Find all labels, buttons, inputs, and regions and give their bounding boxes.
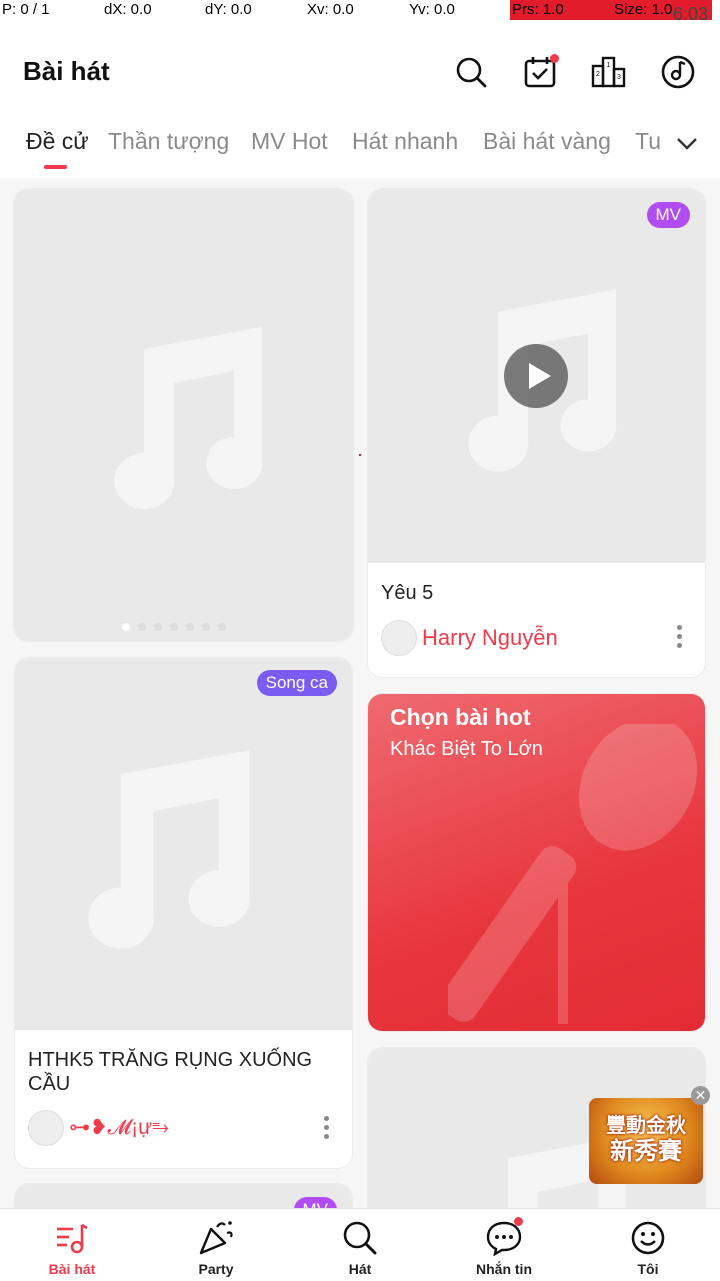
smiley-icon [631,1221,665,1255]
banner-placeholder-image [14,189,353,641]
promo-banner[interactable]: 豐動金秋 新秀賽 [589,1098,703,1184]
calendar-check-icon[interactable] [522,54,559,90]
promo-line-2: 新秀賽 [610,1137,682,1165]
music-note-icon [88,750,250,949]
tab-de-cu[interactable]: Đề cử [26,128,89,155]
search-icon[interactable] [453,54,489,90]
sing-search-icon [343,1221,377,1255]
mv-badge: MV [646,202,690,228]
svg-text:1: 1 [607,62,611,69]
debug-pressure: Prs: 1.0 [512,1,564,18]
leaderboard-icon[interactable]: 213 [591,54,627,90]
hot-songs-card[interactable]: Chọn bài hot Khác Biệt To Lớn [368,694,705,1031]
debug-xv: Xv: 0.0 [307,1,354,18]
status-bar-time: 6:03 [672,4,708,24]
svg-text:2: 2 [596,71,600,78]
close-icon[interactable]: ✕ [691,1086,710,1105]
nav-hat[interactable]: Hát [288,1209,432,1281]
tab-hat-nhanh[interactable]: Hát nhanh [352,128,458,155]
tab-tu[interactable]: Tu [635,128,661,155]
more-options-icon[interactable] [324,1116,330,1142]
nav-label: Nhắn tin [476,1261,532,1277]
touch-point-marker [359,454,361,456]
microphone-icon [448,724,698,1024]
tab-bai-hat-vang[interactable]: Bài hát vàng [483,128,611,155]
song-feed[interactable]: MV Yêu 5 Harry Nguyễn Song ca HTHK5 TRĂN… [0,178,720,1208]
song-title: Yêu 5 [381,582,434,604]
category-tabs: Đề cử Thần tượng MV Hot Hát nhanh Bài há… [0,120,720,170]
promo-line-1: 豐動金秋 [606,1113,686,1137]
tab-than-tuong[interactable]: Thần tượng [108,128,229,155]
debug-dx: dX: 0.0 [104,1,152,18]
user-name[interactable]: ⊶❥𝓜¡ự⥱ [69,1115,169,1140]
tab-active-indicator [44,165,67,169]
banner-pager [122,618,234,636]
touch-debug-overlay: P: 0 / 1 dX: 0.0 dY: 0.0 Xv: 0.0 Yv: 0.0… [0,0,720,22]
nav-nhan-tin[interactable]: Nhắn tin [432,1209,576,1281]
nav-label: Party [198,1261,234,1277]
duet-badge: Song ca [256,670,337,696]
banner-card[interactable] [14,189,353,641]
debug-yv: Yv: 0.0 [409,1,455,18]
user-name[interactable]: Harry Nguyễn [422,625,558,651]
nav-label: Bài hát [48,1261,96,1277]
mv-badge: MV [293,1197,337,1208]
music-disc-icon[interactable] [660,54,696,90]
song-card-yeu5[interactable]: MV Yêu 5 Harry Nguyễn [368,189,705,677]
song-thumbnail [368,189,705,563]
nav-label: Tôi [637,1261,659,1277]
avatar[interactable] [381,620,417,656]
song-card-hthk5[interactable]: Song ca HTHK5 TRĂNG RỤNG XUỐNG CẦU ⊶❥𝓜¡ự… [15,658,352,1168]
music-note-icon [114,327,263,509]
hot-card-title: Chọn bài hot [390,704,531,730]
hot-card-subtitle: Khác Biệt To Lớn [390,738,543,760]
nav-label: Hát [348,1261,372,1277]
song-thumbnail [15,658,352,1030]
nav-toi[interactable]: Tôi [576,1209,720,1281]
song-title: HTHK5 TRĂNG RỤNG XUỐNG CẦU [28,1049,313,1095]
notification-dot [514,1217,523,1226]
avatar[interactable] [28,1110,64,1146]
debug-dy: dY: 0.0 [205,1,252,18]
debug-size: Size: 1.0 [614,1,673,18]
party-popper-icon [199,1221,233,1255]
debug-pointer: P: 0 / 1 [2,1,50,18]
notification-dot [550,54,559,63]
page-title: Bài hát [23,56,110,86]
bottom-navigation: Bài hát Party Hát Nhắn tin Tôi [0,1208,720,1281]
song-list-icon [57,1223,88,1254]
promo-text: 豐動金秋 新秀賽 [595,1112,697,1164]
tab-mv-hot[interactable]: MV Hot [251,128,328,155]
play-button[interactable] [504,344,568,408]
nav-bai-hat[interactable]: Bài hát [0,1209,144,1281]
nav-party[interactable]: Party [144,1209,288,1281]
song-card[interactable]: MV [15,1184,352,1208]
chevron-down-icon[interactable] [674,130,700,156]
svg-text:3: 3 [617,74,621,81]
more-options-icon[interactable] [677,625,683,651]
